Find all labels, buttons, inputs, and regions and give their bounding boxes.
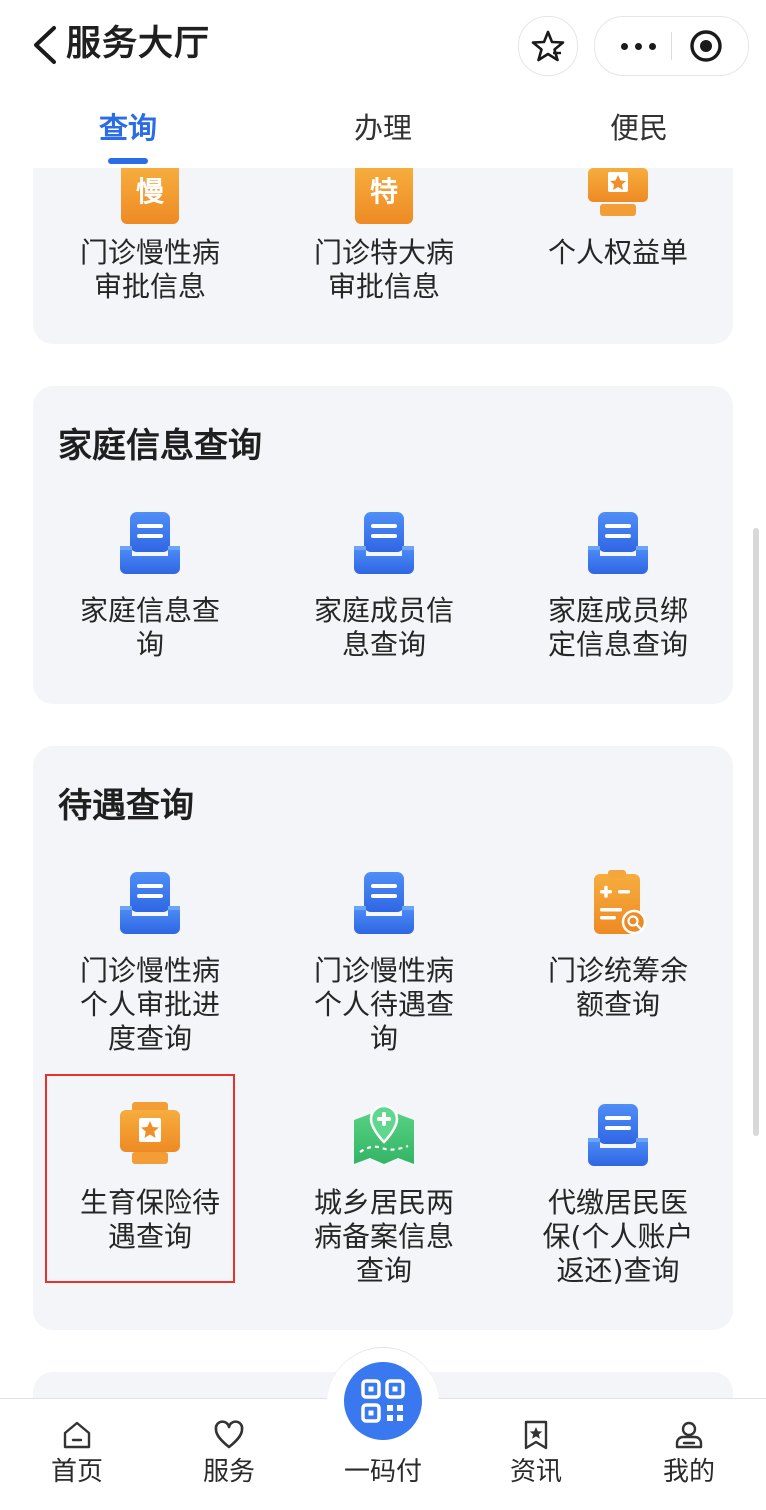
service-item-label: 门诊慢性病 审批信息: [79, 236, 220, 303]
orange-calculator-search-icon: [594, 870, 647, 935]
service-item-family-info[interactable]: 家庭信息查询: [33, 506, 267, 686]
badge-char-1: 慢: [136, 175, 165, 208]
orange-badge-icon: 特: [355, 168, 413, 224]
close-mini-program-icon[interactable]: [689, 29, 723, 63]
tabbar-label: 我的: [662, 1457, 715, 1487]
badge-char-2: 特: [370, 175, 398, 208]
service-item-personal-rights[interactable]: 个人权益单: [501, 168, 735, 344]
blue-document-tray-icon: [588, 1104, 648, 1166]
blue-document-tray-icon: [120, 512, 180, 574]
user-icon: [675, 1421, 703, 1449]
bookmark-star-icon: [524, 1420, 548, 1450]
home-icon: [63, 1421, 91, 1449]
category-tabs: 查询 办理 便民: [0, 90, 766, 168]
section-title: 家庭信息查询: [58, 426, 262, 466]
tabbar-label: 首页: [50, 1457, 103, 1487]
service-item-label: 家庭信息查询: [79, 594, 220, 661]
tabbar-label: 资讯: [509, 1457, 562, 1487]
active-tab-indicator: [108, 158, 148, 164]
highlight-box: [45, 1074, 235, 1283]
tab-convenience[interactable]: 便民: [569, 110, 709, 146]
service-item-chronic-approval[interactable]: 慢 门诊慢性病 审批信息: [33, 168, 267, 344]
service-item-chronic-benefits[interactable]: 门诊慢性病 个人待遇查询: [267, 866, 501, 1066]
qr-code-icon: [361, 1379, 405, 1423]
tabbar-item-mine[interactable]: 我的: [634, 1399, 744, 1510]
page-title: 服务大厅: [66, 24, 211, 64]
service-item-label: 门诊特大病 审批信息: [313, 236, 454, 303]
service-item-label: 门诊慢性病 个人审批进 度查询: [79, 954, 220, 1055]
tab-query[interactable]: 查询: [58, 110, 198, 146]
heart-icon: [214, 1420, 244, 1449]
service-item-label: 城乡居民两 病备案信息 查询: [313, 1186, 454, 1287]
more-options-icon[interactable]: [613, 31, 663, 61]
nav-header: 服务大厅: [0, 0, 766, 90]
service-item-label: 个人权益单: [547, 236, 688, 269]
blue-document-tray-icon: [354, 512, 414, 574]
tabbar-item-home[interactable]: 首页: [22, 1399, 132, 1510]
service-item-family-member-info[interactable]: 家庭成员信 息查询: [267, 506, 501, 686]
service-item-pooling-balance[interactable]: 门诊统筹余 额查询: [501, 866, 735, 1066]
service-item-two-disease-filing[interactable]: 城乡居民两 病备案信息 查询: [267, 1098, 501, 1308]
back-arrow-icon[interactable]: [28, 22, 68, 68]
section-title: 待遇查询: [58, 786, 194, 826]
blue-document-tray-icon: [588, 512, 648, 574]
orange-certificate-icon: [588, 168, 648, 216]
tabbar-label: 一码付: [343, 1457, 422, 1487]
favorite-button[interactable]: [518, 16, 578, 76]
mini-program-capsule: [594, 16, 749, 76]
tab-handle[interactable]: 办理: [313, 110, 453, 146]
blue-document-tray-icon: [120, 872, 180, 934]
service-item-label: 家庭成员信 息查询: [313, 594, 454, 661]
service-item-resident-insurance-refund[interactable]: 代缴居民医 保(个人账户 返还)查询: [501, 1098, 735, 1308]
orange-badge-icon: 慢: [121, 168, 179, 224]
capsule-divider: [671, 32, 672, 60]
service-item-major-disease-approval[interactable]: 特 门诊特大病 审批信息: [267, 168, 501, 344]
scrollbar[interactable]: [753, 528, 759, 1136]
service-item-family-binding-info[interactable]: 家庭成员绑 定信息查询: [501, 506, 735, 686]
pay-qr-button[interactable]: [344, 1362, 422, 1440]
tabbar-item-service[interactable]: 服务: [174, 1399, 284, 1510]
service-item-label: 门诊统筹余 额查询: [547, 954, 688, 1021]
service-item-label: 家庭成员绑 定信息查询: [547, 594, 688, 661]
service-item-chronic-progress[interactable]: 门诊慢性病 个人审批进 度查询: [33, 866, 267, 1066]
service-item-label: 代缴居民医 保(个人账户 返还)查询: [542, 1186, 694, 1287]
blue-document-tray-icon: [354, 872, 414, 934]
section-outpatient-approval: 慢 门诊慢性病 审批信息 特 门诊特大病 审批信息 个人权益单: [33, 168, 733, 344]
section-family-info: 家庭信息查询 家庭信息查询 家庭成员信 息查询 家庭成员绑 定信息查询: [33, 386, 733, 704]
green-map-pin-icon: [354, 1104, 414, 1164]
tabbar-label: 服务: [202, 1457, 255, 1487]
service-item-label: 门诊慢性病 个人待遇查询: [313, 954, 454, 1055]
star-icon: [531, 30, 565, 62]
tabbar-item-news[interactable]: 资讯: [481, 1399, 591, 1510]
